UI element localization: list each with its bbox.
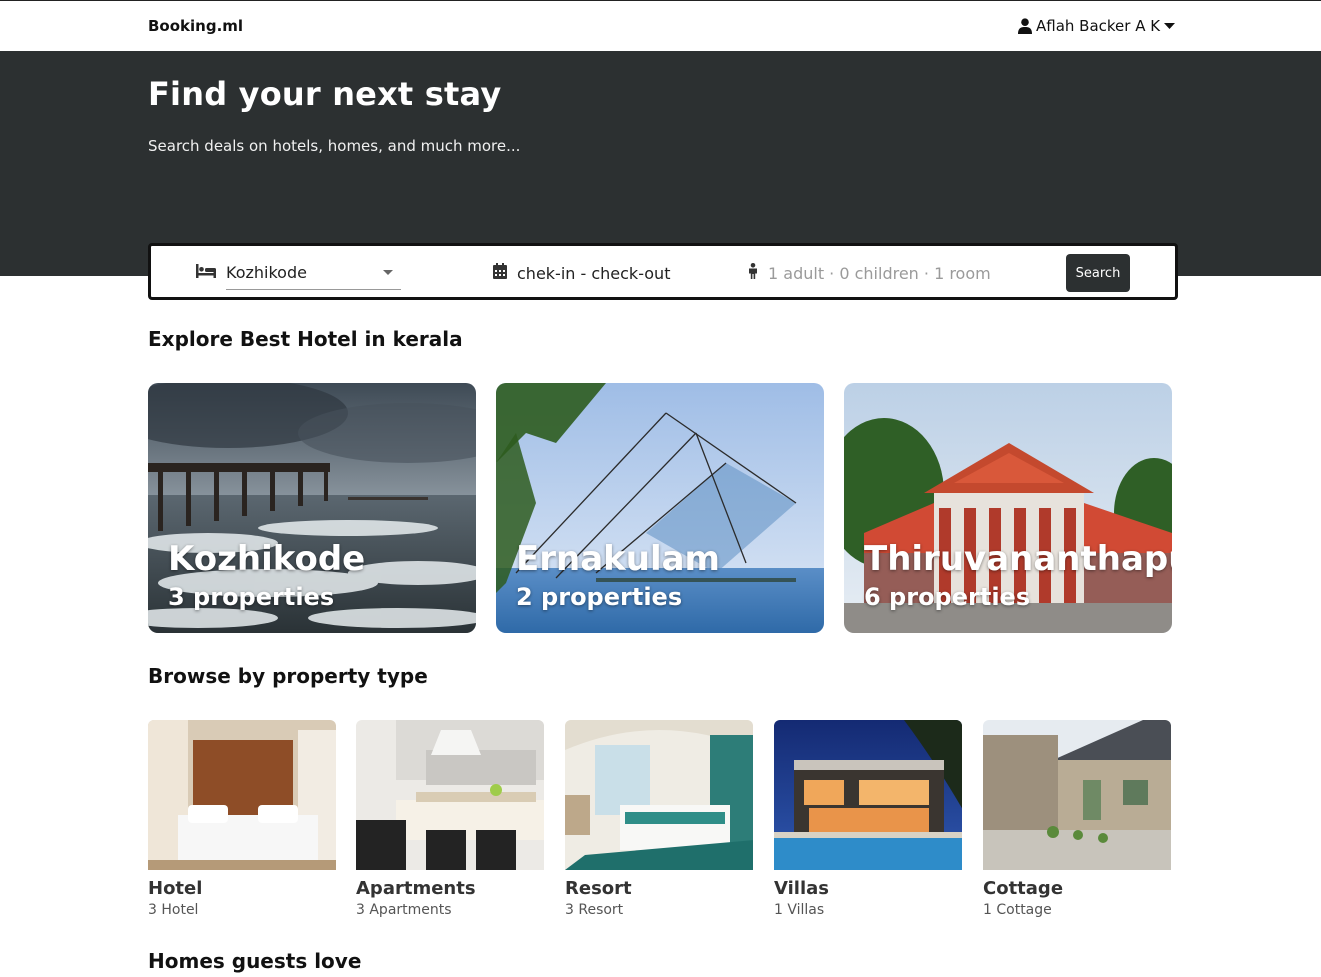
person-icon [748, 263, 758, 283]
user-name: Aflah Backer A K [1036, 17, 1161, 35]
guests-field[interactable]: 1 adult · 0 children · 1 room [748, 263, 991, 283]
search-bar: Kozhikode chek-in - check-out 1 adult · … [148, 243, 1178, 300]
types-section-title: Browse by property type [148, 664, 428, 688]
bed-icon [196, 263, 216, 283]
user-icon [1018, 18, 1032, 34]
property-type-cottage[interactable]: Cottage 1 Cottage [983, 720, 1171, 918]
cities-section-title: Explore Best Hotel in kerala [148, 327, 463, 351]
guests-placeholder: 1 adult · 0 children · 1 room [768, 263, 991, 283]
destination-select[interactable]: Kozhikode [226, 256, 401, 290]
property-type-hotel[interactable]: Hotel 3 Hotel [148, 720, 336, 918]
property-type-name: Resort [565, 878, 632, 899]
navbar: Booking.ml Aflah Backer A K [0, 0, 1321, 51]
property-type-count: 1 Cottage [983, 902, 1052, 918]
city-card-ernakulam[interactable]: Ernakulam 2 properties [496, 383, 824, 633]
hero-title: Find your next stay [148, 75, 502, 113]
city-name: Kozhikode [168, 539, 366, 579]
city-card-thiruvananthapuram[interactable]: Thiruvananthapuram 6 properties [844, 383, 1172, 633]
city-name: Thiruvananthapuram [864, 539, 1172, 579]
destination-value: Kozhikode [226, 263, 307, 282]
property-type-count: 1 Villas [774, 902, 825, 918]
property-type-count: 3 Resort [565, 902, 624, 918]
destination-field: Kozhikode [196, 256, 401, 290]
property-type-name: Apartments [356, 878, 476, 899]
city-property-count: 2 properties [516, 583, 683, 611]
user-menu[interactable]: Aflah Backer A K [1018, 17, 1176, 35]
property-type-count: 3 Hotel [148, 902, 199, 918]
property-type-villas[interactable]: Villas 1 Villas [774, 720, 962, 918]
villa-pool-image [774, 720, 962, 870]
date-range-field[interactable]: chek-in - check-out [493, 263, 670, 283]
homes-section-title: Homes guests love [148, 949, 362, 973]
date-range-value: chek-in - check-out [517, 263, 671, 283]
search-button[interactable]: Search [1066, 254, 1130, 292]
city-name: Ernakulam [516, 539, 720, 579]
city-property-count: 6 properties [864, 583, 1031, 611]
city-card-kozhikode[interactable]: Kozhikode 3 properties [148, 383, 476, 633]
property-type-name: Hotel [148, 878, 203, 899]
cottage-image [983, 720, 1171, 870]
property-type-name: Villas [774, 878, 829, 899]
caret-down-icon [1164, 22, 1176, 30]
resort-room-image [565, 720, 753, 870]
city-property-count: 3 properties [168, 583, 335, 611]
apartment-kitchen-image [356, 720, 544, 870]
calendar-icon [493, 263, 507, 283]
property-type-count: 3 Apartments [356, 902, 452, 918]
chevron-down-icon [383, 270, 393, 275]
brand-logo[interactable]: Booking.ml [148, 17, 243, 35]
property-type-apartments[interactable]: Apartments 3 Apartments [356, 720, 544, 918]
property-type-resort[interactable]: Resort 3 Resort [565, 720, 753, 918]
hero-subtitle: Search deals on hotels, homes, and much … [148, 137, 521, 155]
property-type-name: Cottage [983, 878, 1064, 899]
hotel-room-image [148, 720, 336, 870]
